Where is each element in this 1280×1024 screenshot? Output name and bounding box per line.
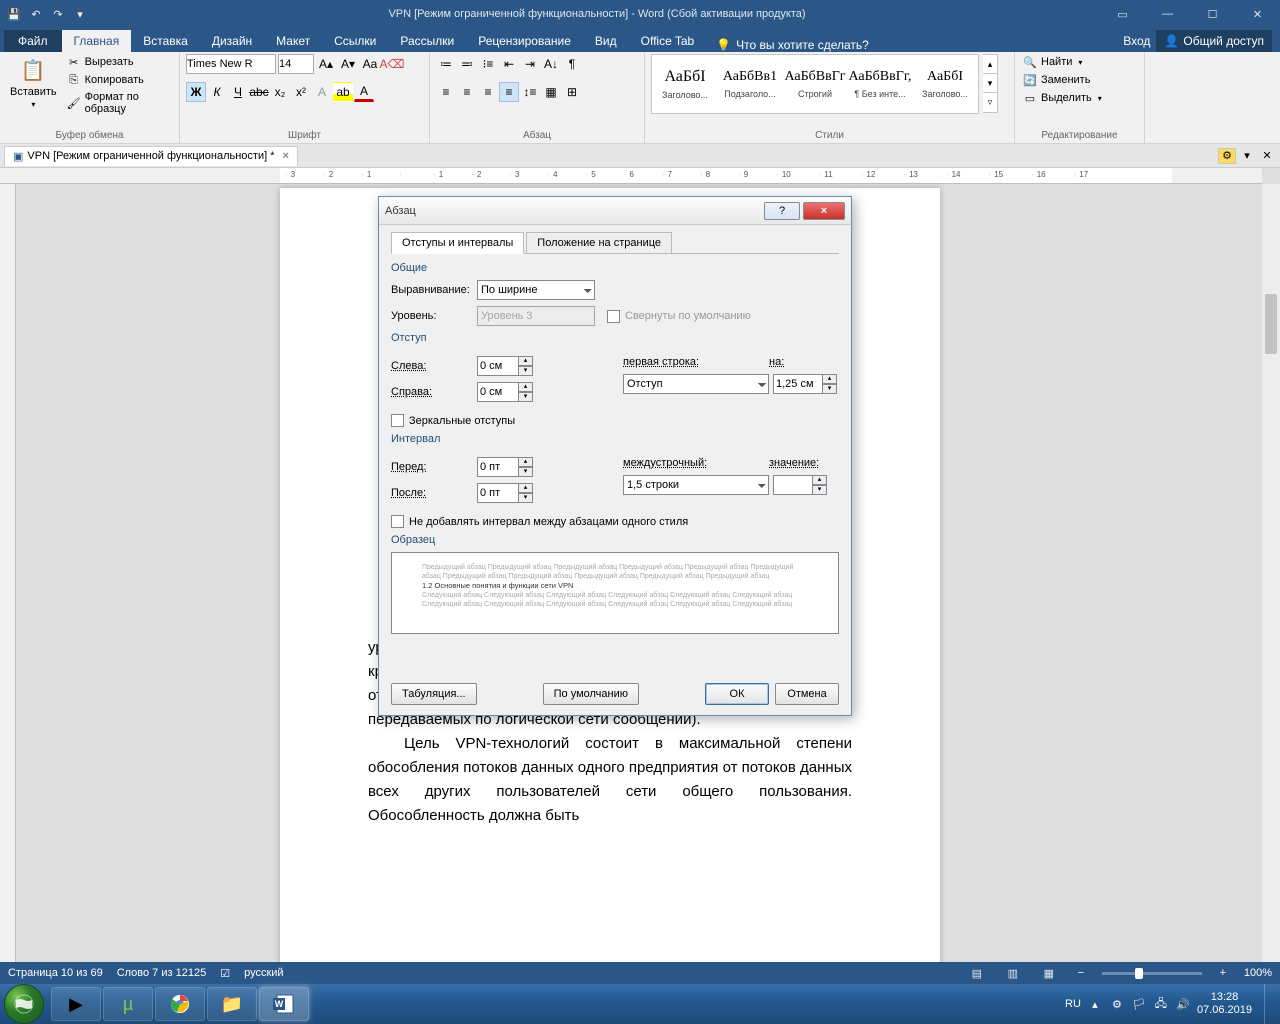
first-line-by-spinner[interactable]: ▴▾ [773, 374, 837, 394]
taskbar: ▶ µ 📁 W RU ▴ ⚙ 🏳 🖧 🔊 13:28 07.06.2019 [0, 984, 1280, 1024]
at-spinner[interactable]: ▴▾ [773, 475, 827, 495]
label-collapse: Свернуты по умолчанию [625, 310, 751, 322]
proofing-status[interactable]: ☑ [220, 967, 230, 980]
dialog-tabs: Отступы и интервалы Положение на страниц… [391, 231, 839, 254]
show-desktop-button[interactable] [1264, 984, 1274, 1024]
label-first-line: первая строка: [623, 356, 733, 368]
dialog-close-button[interactable]: × [803, 202, 845, 220]
tray-devices-icon[interactable]: ⚙ [1109, 996, 1125, 1012]
zoom-out-button[interactable]: − [1074, 967, 1088, 979]
label-alignment: Выравнивание: [391, 284, 477, 296]
taskbar-media-player[interactable]: ▶ [51, 987, 101, 1021]
tray-network-icon[interactable]: 🖧 [1153, 996, 1169, 1012]
outline-level-combo: Уровень 3 [477, 306, 595, 326]
zoom-slider[interactable] [1102, 972, 1202, 975]
label-indent-right: Справа: [391, 386, 477, 398]
same-style-spacing-checkbox[interactable] [391, 515, 404, 528]
taskbar-word[interactable]: W [259, 987, 309, 1021]
default-button[interactable]: По умолчанию [543, 683, 639, 705]
collapse-checkbox [607, 310, 620, 323]
start-button[interactable] [4, 984, 44, 1024]
indent-left-spinner[interactable]: ▴▾ [477, 356, 533, 376]
tray-action-center-icon[interactable]: 🏳 [1131, 996, 1147, 1012]
tray-show-hidden-icon[interactable]: ▴ [1087, 996, 1103, 1012]
taskbar-utorrent[interactable]: µ [103, 987, 153, 1021]
section-spacing: Интервал [391, 433, 839, 445]
paragraph-dialog: Абзац ? × Отступы и интервалы Положение … [378, 196, 852, 716]
label-outline-level: Уровень: [391, 310, 477, 322]
dialog-titlebar[interactable]: Абзац ? × [379, 197, 851, 225]
dialog-body: Отступы и интервалы Положение на страниц… [379, 225, 851, 644]
web-layout-icon[interactable]: ▦ [1038, 964, 1060, 982]
language-status[interactable]: русский [244, 967, 283, 979]
first-line-combo[interactable]: Отступ [623, 374, 769, 394]
section-indent: Отступ [391, 332, 839, 344]
tab-indents-spacing[interactable]: Отступы и интервалы [391, 232, 524, 254]
system-tray: RU ▴ ⚙ 🏳 🖧 🔊 13:28 07.06.2019 [1065, 984, 1276, 1024]
svg-text:W: W [275, 999, 284, 1009]
zoom-level[interactable]: 100% [1244, 967, 1272, 979]
ok-button[interactable]: ОК [705, 683, 769, 705]
word-icon: W [272, 993, 296, 1015]
label-indent-left: Слева: [391, 360, 477, 372]
chrome-icon [169, 993, 191, 1015]
label-at: значение: [769, 457, 829, 469]
dialog-backdrop: Абзац ? × Отступы и интервалы Положение … [0, 0, 1280, 1024]
tab-line-breaks[interactable]: Положение на странице [526, 232, 672, 254]
read-mode-icon[interactable]: ▤ [966, 964, 988, 982]
tabs-button[interactable]: Табуляция... [391, 683, 477, 705]
label-before: Перед: [391, 461, 477, 473]
after-spinner[interactable]: ▴▾ [477, 483, 533, 503]
indent-right-spinner[interactable]: ▴▾ [477, 382, 533, 402]
tray-lang[interactable]: RU [1065, 998, 1081, 1010]
print-layout-icon[interactable]: ▥ [1002, 964, 1024, 982]
cancel-button[interactable]: Отмена [775, 683, 839, 705]
dialog-help-button[interactable]: ? [764, 202, 800, 220]
tray-volume-icon[interactable]: 🔊 [1175, 996, 1191, 1012]
line-spacing-combo[interactable]: 1,5 строки [623, 475, 769, 495]
word-count-status[interactable]: Слово 7 из 12125 [117, 967, 207, 979]
section-preview: Образец [391, 534, 839, 546]
taskbar-explorer[interactable]: 📁 [207, 987, 257, 1021]
before-spinner[interactable]: ▴▾ [477, 457, 533, 477]
dialog-footer: Табуляция... По умолчанию ОК Отмена [391, 683, 839, 705]
label-after: После: [391, 487, 477, 499]
tray-clock[interactable]: 13:28 07.06.2019 [1197, 991, 1252, 1017]
section-general: Общие [391, 262, 839, 274]
page-status[interactable]: Страница 10 из 69 [8, 967, 103, 979]
dialog-title: Абзац [385, 205, 761, 217]
alignment-combo[interactable]: По ширине [477, 280, 595, 300]
label-by: на: [769, 356, 819, 368]
taskbar-chrome[interactable] [155, 987, 205, 1021]
windows-icon [14, 994, 34, 1014]
label-same-style: Не добавлять интервал между абзацами одн… [409, 516, 688, 528]
label-line-spacing: междустрочный: [623, 457, 733, 469]
label-mirror-indents: Зеркальные отступы [409, 415, 515, 427]
status-bar: Страница 10 из 69 Слово 7 из 12125 ☑ рус… [0, 962, 1280, 984]
zoom-in-button[interactable]: + [1216, 967, 1230, 979]
preview-box: Предыдущий абзац Предыдущий абзац Предыд… [391, 552, 839, 634]
mirror-indents-checkbox[interactable] [391, 414, 404, 427]
